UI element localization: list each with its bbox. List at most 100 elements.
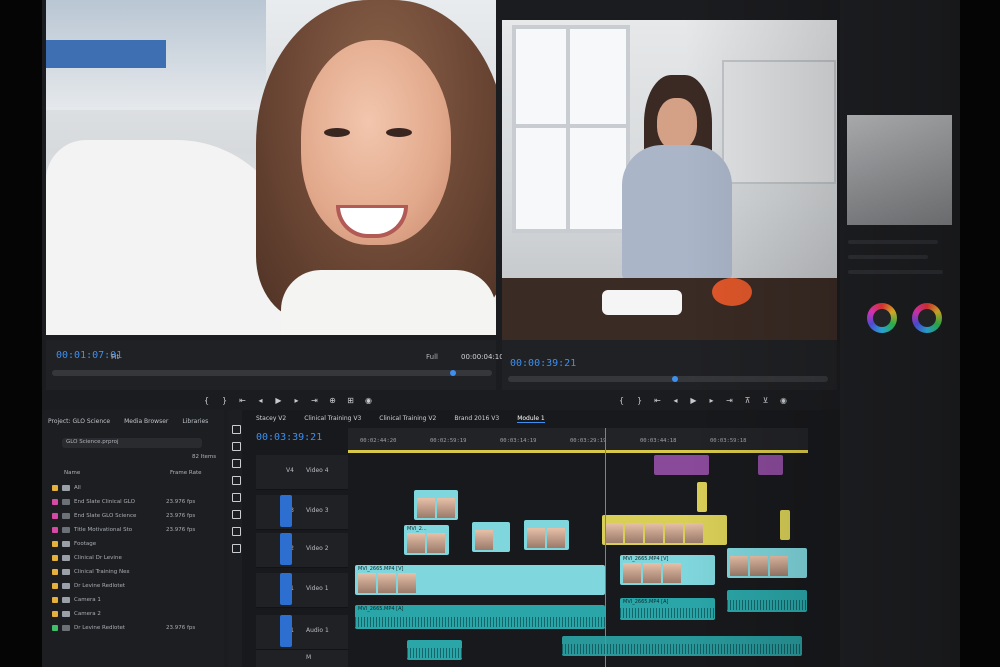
track-target-v1[interactable] <box>280 573 292 605</box>
lumetri-slider[interactable] <box>848 270 943 274</box>
track-header-a2: M <box>256 650 348 667</box>
adjustment-clip[interactable] <box>602 515 727 545</box>
clip[interactable] <box>654 455 709 475</box>
clip[interactable]: MVI_2665.MP4 [V] <box>355 565 605 595</box>
project-item[interactable]: Dr Levine Redlotet <box>52 580 166 592</box>
work-area-bar[interactable] <box>348 450 808 453</box>
clip[interactable] <box>727 548 807 578</box>
prog-play-icon[interactable]: ▶ <box>689 396 698 405</box>
timeline-playhead[interactable] <box>605 428 606 667</box>
extract-icon[interactable]: ⊻ <box>761 396 770 405</box>
play-icon[interactable]: ▶ <box>274 396 283 405</box>
program-playhead[interactable] <box>672 376 678 382</box>
prog-go-to-in-icon[interactable]: ⇤ <box>653 396 662 405</box>
prog-step-back-icon[interactable]: ◂ <box>671 396 680 405</box>
project-item[interactable]: End Slate GLO Science 23.976 fps <box>52 510 195 522</box>
tab-libraries[interactable]: Libraries <box>182 418 208 425</box>
program-monitor-video[interactable] <box>502 20 837 342</box>
source-quality-select[interactable]: Full <box>426 353 438 361</box>
lumetri-slider[interactable] <box>848 255 928 259</box>
mark-out-icon[interactable]: } <box>220 396 229 405</box>
clip-icon <box>62 513 70 519</box>
tab-sequence[interactable]: Clinical Training V3 <box>304 415 361 423</box>
audio-clip[interactable]: MVI_2665.MP4 [A] <box>620 598 715 620</box>
track-select-tool-icon[interactable] <box>232 442 241 451</box>
clip[interactable] <box>524 520 569 550</box>
source-playhead[interactable] <box>450 370 456 376</box>
pen-tool-icon[interactable] <box>232 510 241 519</box>
project-item[interactable]: Title Motivational Sto 23.976 fps <box>52 524 195 536</box>
track-target-a1[interactable] <box>280 615 292 647</box>
project-item[interactable]: Camera 1 <box>52 594 166 606</box>
clip[interactable] <box>758 455 783 475</box>
razor-tool-icon[interactable] <box>232 476 241 485</box>
tab-sequence[interactable]: Clinical Training V2 <box>379 415 436 423</box>
tab-sequence[interactable]: Stacey V2 <box>256 415 286 423</box>
project-item[interactable]: Dr Levine Redlotet 23.976 fps <box>52 622 195 634</box>
color-wheel-highlights[interactable] <box>912 303 942 333</box>
source-fit-select[interactable]: Fit <box>111 353 119 361</box>
adjustment-clip[interactable] <box>697 482 707 512</box>
project-item-frame-rate: 23.976 fps <box>166 513 196 519</box>
audio-clip[interactable] <box>562 636 802 656</box>
folder-icon <box>62 555 70 561</box>
clip[interactable]: MVI_2... <box>404 525 449 555</box>
hand-tool-icon[interactable] <box>232 527 241 536</box>
export-frame-icon[interactable]: ◉ <box>364 396 373 405</box>
project-item[interactable]: Clinical Training Nex <box>52 566 166 578</box>
program-scrubber[interactable] <box>508 376 828 382</box>
project-search-input[interactable]: GLO Science.prproj <box>62 438 202 448</box>
track-target-v3[interactable] <box>280 495 292 527</box>
program-timecode[interactable]: 00:00:39:21 <box>510 358 576 369</box>
lumetri-slider[interactable] <box>848 240 938 244</box>
project-item[interactable]: End Slate Clinical GLO 23.976 fps <box>52 496 195 508</box>
label-color-swatch <box>52 583 58 589</box>
prog-mark-out-icon[interactable]: } <box>635 396 644 405</box>
clip[interactable] <box>414 490 458 520</box>
tab-project[interactable]: Project: GLO Science <box>48 418 110 425</box>
step-back-icon[interactable]: ◂ <box>256 396 265 405</box>
project-item-name: All <box>74 485 81 491</box>
tab-sequence[interactable]: Brand 2016 V3 <box>454 415 499 423</box>
insert-icon[interactable]: ⊕ <box>328 396 337 405</box>
project-item[interactable]: Footage <box>52 538 166 550</box>
prog-step-forward-icon[interactable]: ▸ <box>707 396 716 405</box>
project-item[interactable]: Clinical Dr Levine <box>52 552 166 564</box>
prog-export-frame-icon[interactable]: ◉ <box>779 396 788 405</box>
column-frame-rate[interactable]: Frame Rate <box>170 470 202 476</box>
label-color-swatch <box>52 541 58 547</box>
audio-clip[interactable] <box>727 590 807 612</box>
overwrite-icon[interactable]: ⊞ <box>346 396 355 405</box>
selection-tool-icon[interactable] <box>232 425 241 434</box>
source-monitor-video[interactable] <box>46 0 496 335</box>
clip[interactable]: MVI_2665.MP4 [V] <box>620 555 715 585</box>
track-header-v3: V3 Video 3 <box>256 495 348 530</box>
color-wheel-midtones[interactable] <box>867 303 897 333</box>
source-scrubber[interactable] <box>52 370 492 376</box>
column-name[interactable]: Name <box>64 470 80 476</box>
project-item[interactable]: All <box>52 482 166 494</box>
slip-tool-icon[interactable] <box>232 493 241 502</box>
zoom-tool-icon[interactable] <box>232 544 241 553</box>
go-to-out-icon[interactable]: ⇥ <box>310 396 319 405</box>
sequence-tabs: Stacey V2 Clinical Training V3 Clinical … <box>256 415 545 423</box>
project-panel: Project: GLO Science Media Browser Libra… <box>42 410 224 667</box>
mark-in-icon[interactable]: { <box>202 396 211 405</box>
timeline-timecode[interactable]: 00:03:39:21 <box>256 432 322 443</box>
label-color-swatch <box>52 527 58 533</box>
project-item[interactable]: Camera 2 <box>52 608 166 620</box>
step-forward-icon[interactable]: ▸ <box>292 396 301 405</box>
lift-icon[interactable]: ⊼ <box>743 396 752 405</box>
prog-go-to-out-icon[interactable]: ⇥ <box>725 396 734 405</box>
audio-clip[interactable]: MVI_2665.MP4 [A] <box>355 605 605 629</box>
adjustment-clip[interactable] <box>780 510 790 540</box>
clip[interactable] <box>472 522 510 552</box>
prog-mark-in-icon[interactable]: { <box>617 396 626 405</box>
ripple-edit-tool-icon[interactable] <box>232 459 241 468</box>
lumetri-panel <box>840 0 960 667</box>
audio-clip[interactable] <box>407 640 462 660</box>
go-to-in-icon[interactable]: ⇤ <box>238 396 247 405</box>
track-target-v2[interactable] <box>280 533 292 565</box>
tab-sequence-active[interactable]: Module 1 <box>517 415 545 423</box>
tab-media-browser[interactable]: Media Browser <box>124 418 168 425</box>
